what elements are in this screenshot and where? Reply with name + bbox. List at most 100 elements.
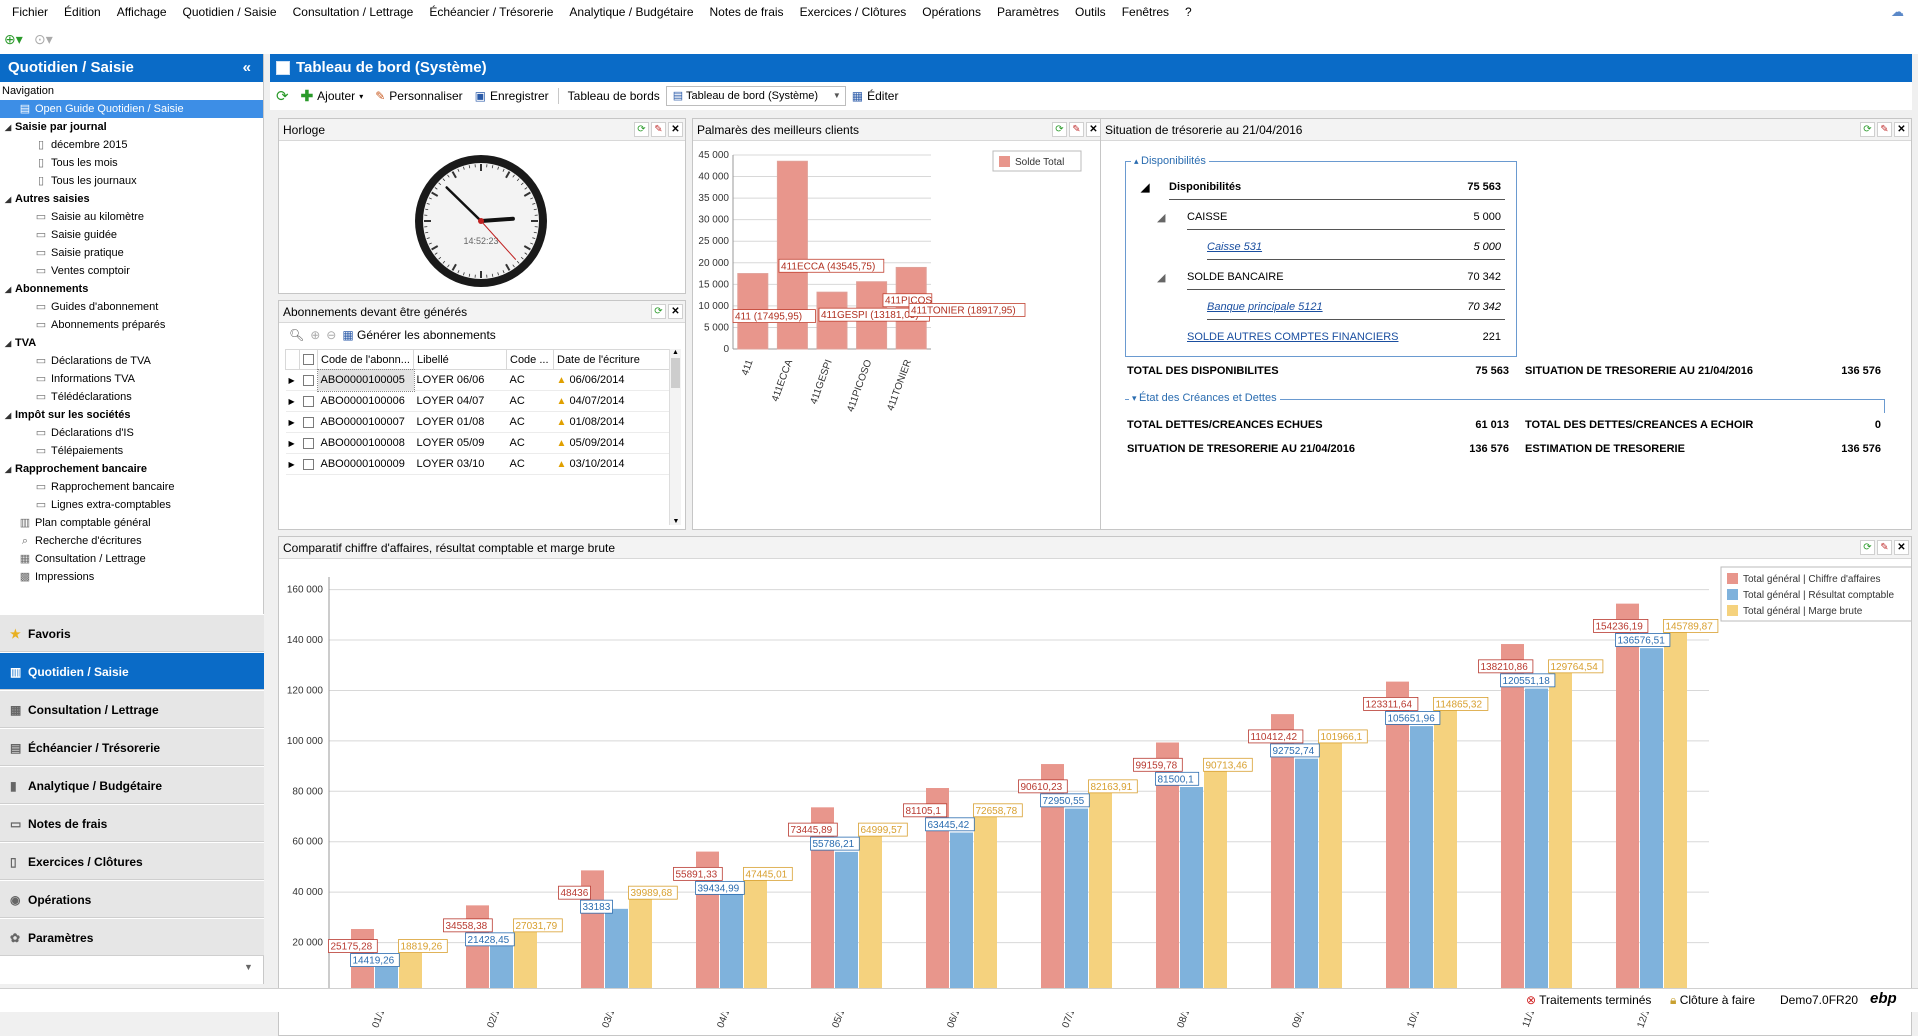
menu-outils[interactable]: Outils bbox=[1067, 0, 1114, 24]
row-checkbox[interactable] bbox=[303, 438, 314, 449]
save-button[interactable]: ▣Enregistrer bbox=[469, 89, 555, 103]
tree-group[interactable]: ◢Abonnements bbox=[0, 280, 263, 298]
menu-echeancier[interactable]: Échéancier / Trésorerie bbox=[421, 0, 561, 24]
tree-item[interactable]: ▭Saisie au kilomètre bbox=[0, 208, 263, 226]
tree-item[interactable]: ▭Informations TVA bbox=[0, 370, 263, 388]
row-expander[interactable]: ▶ bbox=[286, 433, 300, 454]
personalize-button[interactable]: ✎Personnaliser bbox=[369, 89, 468, 103]
menu-help[interactable]: ? bbox=[1177, 0, 1200, 24]
tree-item[interactable]: ▭Rapprochement bancaire bbox=[0, 478, 263, 496]
row-checkbox[interactable] bbox=[303, 459, 314, 470]
module-item[interactable]: ▤Échéancier / Trésorerie bbox=[0, 728, 264, 766]
tree-item[interactable]: ▯Tous les mois bbox=[0, 154, 263, 172]
closing-status[interactable]: 🔒︎ Clôture à faire bbox=[1670, 993, 1755, 1008]
menu-quotidien[interactable]: Quotidien / Saisie bbox=[175, 0, 285, 24]
tree-item[interactable]: ▭Guides d'abonnement bbox=[0, 298, 263, 316]
tree-group[interactable]: ◢TVA bbox=[0, 334, 263, 352]
menu-consultation[interactable]: Consultation / Lettrage bbox=[285, 0, 422, 24]
close-icon[interactable]: ✕ bbox=[1894, 122, 1909, 137]
tree-item[interactable]: ▭Déclarations de TVA bbox=[0, 352, 263, 370]
tree-group[interactable]: ◢Impôt sur les sociétés bbox=[0, 406, 263, 424]
tree-item[interactable]: ▭Saisie pratique bbox=[0, 244, 263, 262]
tree-item[interactable]: ▭Saisie guidée bbox=[0, 226, 263, 244]
tree-item[interactable]: ▭Ventes comptoir bbox=[0, 262, 263, 280]
refresh-icon[interactable]: ⟳ bbox=[1052, 122, 1067, 137]
menu-parametres[interactable]: Paramètres bbox=[989, 0, 1067, 24]
collapse-sidebar-icon[interactable]: « bbox=[243, 54, 251, 82]
menu-fichier[interactable]: Fichier bbox=[4, 0, 56, 24]
tree-item[interactable]: ▤Open Guide Quotidien / Saisie bbox=[0, 100, 263, 118]
tree-item[interactable]: ▯Tous les journaux bbox=[0, 172, 263, 190]
header-checkbox[interactable] bbox=[300, 350, 318, 370]
row-checkbox-cell[interactable] bbox=[300, 370, 318, 391]
column-header-code[interactable]: Code de l'abonn... bbox=[318, 350, 414, 370]
row-checkbox-cell[interactable] bbox=[300, 454, 318, 475]
menu-affichage[interactable]: Affichage bbox=[109, 0, 175, 24]
tree-item[interactable]: ▦Consultation / Lettrage bbox=[0, 550, 263, 568]
menu-analytique[interactable]: Analytique / Budgétaire bbox=[561, 0, 701, 24]
column-header-label[interactable]: Libellé bbox=[414, 350, 507, 370]
module-item[interactable]: ✿Paramètres bbox=[0, 918, 264, 956]
row-checkbox-cell[interactable] bbox=[300, 412, 318, 433]
vertical-scrollbar[interactable]: ▲ ▼ bbox=[669, 349, 681, 525]
availabilities-group-title[interactable]: ▴ Disponibilités bbox=[1131, 155, 1209, 167]
expand-icon[interactable]: ◢ bbox=[5, 461, 15, 479]
chevron-down-icon[interactable]: ▼ bbox=[244, 962, 253, 972]
refresh-icon[interactable]: ⟳ bbox=[1860, 540, 1875, 555]
menu-fenetres[interactable]: Fenêtres bbox=[1114, 0, 1177, 24]
tree-group[interactable]: ◢Rapprochement bancaire bbox=[0, 460, 263, 478]
generate-subscriptions-button[interactable]: ▦ Générer les abonnements bbox=[342, 328, 495, 342]
expand-row-icon[interactable]: ▶ bbox=[289, 418, 295, 427]
table-row[interactable]: ▶ABO0000100005LOYER 06/06AC▲ 06/06/2014 bbox=[286, 370, 674, 391]
expand-row-icon[interactable]: ▶ bbox=[289, 439, 295, 448]
dashboard-select[interactable]: ▤ Tableau de bord (Système) ▼ bbox=[666, 86, 846, 106]
availabilities-expand-icon[interactable]: ◢ bbox=[1141, 181, 1149, 194]
tree-item[interactable]: ▯décembre 2015 bbox=[0, 136, 263, 154]
row-expander[interactable]: ▶ bbox=[286, 454, 300, 475]
tree-item[interactable]: ⌕Recherche d'écritures bbox=[0, 532, 263, 550]
tree-item[interactable]: ▭Télédéclarations bbox=[0, 388, 263, 406]
tree-item[interactable]: ▭Télépaiements bbox=[0, 442, 263, 460]
close-icon[interactable]: ✕ bbox=[1894, 540, 1909, 555]
row-expander[interactable]: ▶ bbox=[286, 370, 300, 391]
module-item[interactable]: ◉Opérations bbox=[0, 880, 264, 918]
tree-item[interactable]: ▥Plan comptable général bbox=[0, 514, 263, 532]
expand-icon[interactable]: ◢ bbox=[5, 191, 15, 209]
refresh-icon[interactable]: ⟳ bbox=[634, 122, 649, 137]
row-checkbox-cell[interactable] bbox=[300, 391, 318, 412]
close-icon[interactable]: ✕ bbox=[668, 304, 683, 319]
row-checkbox[interactable] bbox=[303, 375, 314, 386]
table-row[interactable]: ▶ABO0000100007LOYER 01/08AC▲ 01/08/2014 bbox=[286, 412, 674, 433]
column-header-date[interactable]: Date de l'écriture bbox=[554, 350, 674, 370]
column-header-journal[interactable]: Code ... bbox=[507, 350, 554, 370]
caisse-expand-icon[interactable]: ◢ bbox=[1157, 211, 1165, 224]
settings-round-icon[interactable]: ⊙▾ bbox=[34, 31, 62, 47]
refresh-icon[interactable]: ⟳ bbox=[651, 304, 666, 319]
expand-row-icon[interactable]: ▶ bbox=[289, 376, 295, 385]
close-icon[interactable]: ✕ bbox=[668, 122, 683, 137]
table-row[interactable]: ▶ABO0000100008LOYER 05/09AC▲ 05/09/2014 bbox=[286, 433, 674, 454]
add-button[interactable]: ✚Ajouter▾ bbox=[295, 87, 370, 105]
zoom-out-icon[interactable]: ⊖ bbox=[326, 328, 336, 342]
bank-5121-link[interactable]: Banque principale 5121 bbox=[1207, 301, 1323, 313]
pencil-icon[interactable]: ✎ bbox=[1877, 540, 1892, 555]
menu-exercices[interactable]: Exercices / Clôtures bbox=[792, 0, 915, 24]
refresh-button[interactable]: ⟳ bbox=[270, 87, 295, 105]
tree-item[interactable]: ▭Abonnements préparés bbox=[0, 316, 263, 334]
cloud-icon[interactable]: ☁ bbox=[1891, 4, 1904, 20]
menu-operations[interactable]: Opérations bbox=[914, 0, 989, 24]
row-expander[interactable]: ▶ bbox=[286, 391, 300, 412]
module-item[interactable]: ▯Exercices / Clôtures bbox=[0, 842, 264, 880]
menu-notes-frais[interactable]: Notes de frais bbox=[702, 0, 792, 24]
expand-icon[interactable]: ◢ bbox=[5, 119, 15, 137]
expand-icon[interactable]: ◢ bbox=[5, 407, 15, 425]
tree-item[interactable]: ▭Déclarations d'IS bbox=[0, 424, 263, 442]
module-item[interactable]: ▭Notes de frais bbox=[0, 804, 264, 842]
other-accounts-link[interactable]: SOLDE AUTRES COMPTES FINANCIERS bbox=[1187, 331, 1398, 343]
tree-item[interactable]: ▭Lignes extra-comptables bbox=[0, 496, 263, 514]
menu-edition[interactable]: Édition bbox=[56, 0, 109, 24]
tree-item[interactable]: ▩Impressions bbox=[0, 568, 263, 586]
new-round-icon[interactable]: ⊕▾ bbox=[4, 31, 32, 47]
tasks-status[interactable]: ⊗ Traitements terminés bbox=[1526, 993, 1651, 1007]
module-item[interactable]: ▮Analytique / Budgétaire bbox=[0, 766, 264, 804]
